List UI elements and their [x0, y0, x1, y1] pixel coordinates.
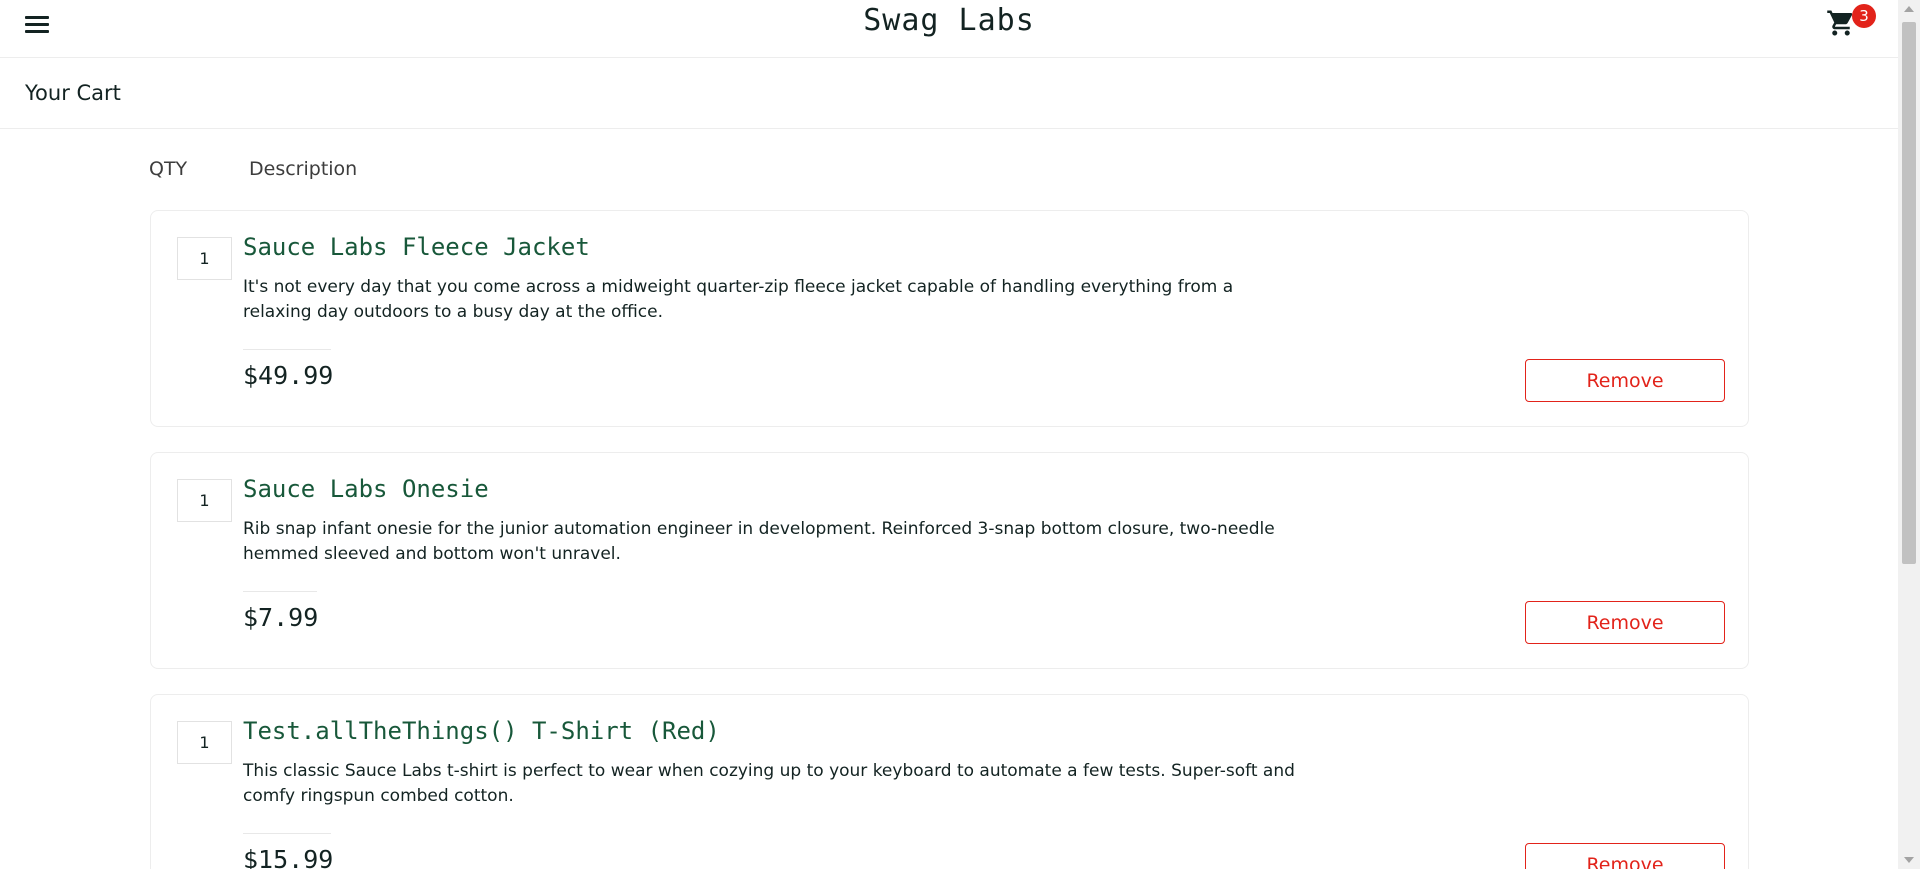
remove-button[interactable]: Remove	[1525, 843, 1725, 869]
shopping-cart-link[interactable]: 3	[1826, 4, 1876, 42]
cart-item: 1 Sauce Labs Onesie Rib snap infant ones…	[150, 452, 1749, 669]
item-price: $15.99	[243, 845, 334, 869]
item-quantity: 1	[177, 721, 232, 764]
qty-column-label: QTY	[149, 158, 188, 180]
price-divider	[243, 349, 331, 350]
secondary-header: Your Cart	[0, 59, 1898, 129]
item-price: $7.99	[243, 603, 319, 632]
cart-item: 1 Test.allTheThings() T-Shirt (Red) This…	[150, 694, 1749, 869]
price-divider	[243, 833, 331, 834]
vertical-scrollbar[interactable]	[1898, 0, 1920, 869]
item-name-link[interactable]: Sauce Labs Fleece Jacket	[243, 233, 590, 261]
remove-button[interactable]: Remove	[1525, 359, 1725, 402]
price-divider	[243, 591, 317, 592]
item-price: $49.99	[243, 361, 334, 390]
cart-item: 1 Sauce Labs Fleece Jacket It's not ever…	[150, 210, 1749, 427]
page-title: Your Cart	[25, 81, 121, 105]
primary-header: Swag Labs 3	[0, 0, 1898, 58]
scrollbar-thumb[interactable]	[1902, 22, 1916, 564]
app-logo: Swag Labs	[863, 3, 1035, 38]
item-quantity: 1	[177, 237, 232, 280]
item-description: Rib snap infant onesie for the junior au…	[243, 519, 1275, 564]
item-name-link[interactable]: Test.allTheThings() T-Shirt (Red)	[243, 717, 720, 745]
remove-button[interactable]: Remove	[1525, 601, 1725, 644]
item-description: This classic Sauce Labs t-shirt is perfe…	[243, 761, 1295, 806]
description-column-label: Description	[249, 158, 358, 180]
item-name-link[interactable]: Sauce Labs Onesie	[243, 475, 489, 503]
scroll-down-arrow-icon[interactable]	[1904, 857, 1914, 863]
cart-badge: 3	[1852, 4, 1876, 28]
item-quantity: 1	[177, 479, 232, 522]
item-description: It's not every day that you come across …	[243, 277, 1234, 322]
scroll-up-arrow-icon[interactable]	[1904, 6, 1914, 12]
